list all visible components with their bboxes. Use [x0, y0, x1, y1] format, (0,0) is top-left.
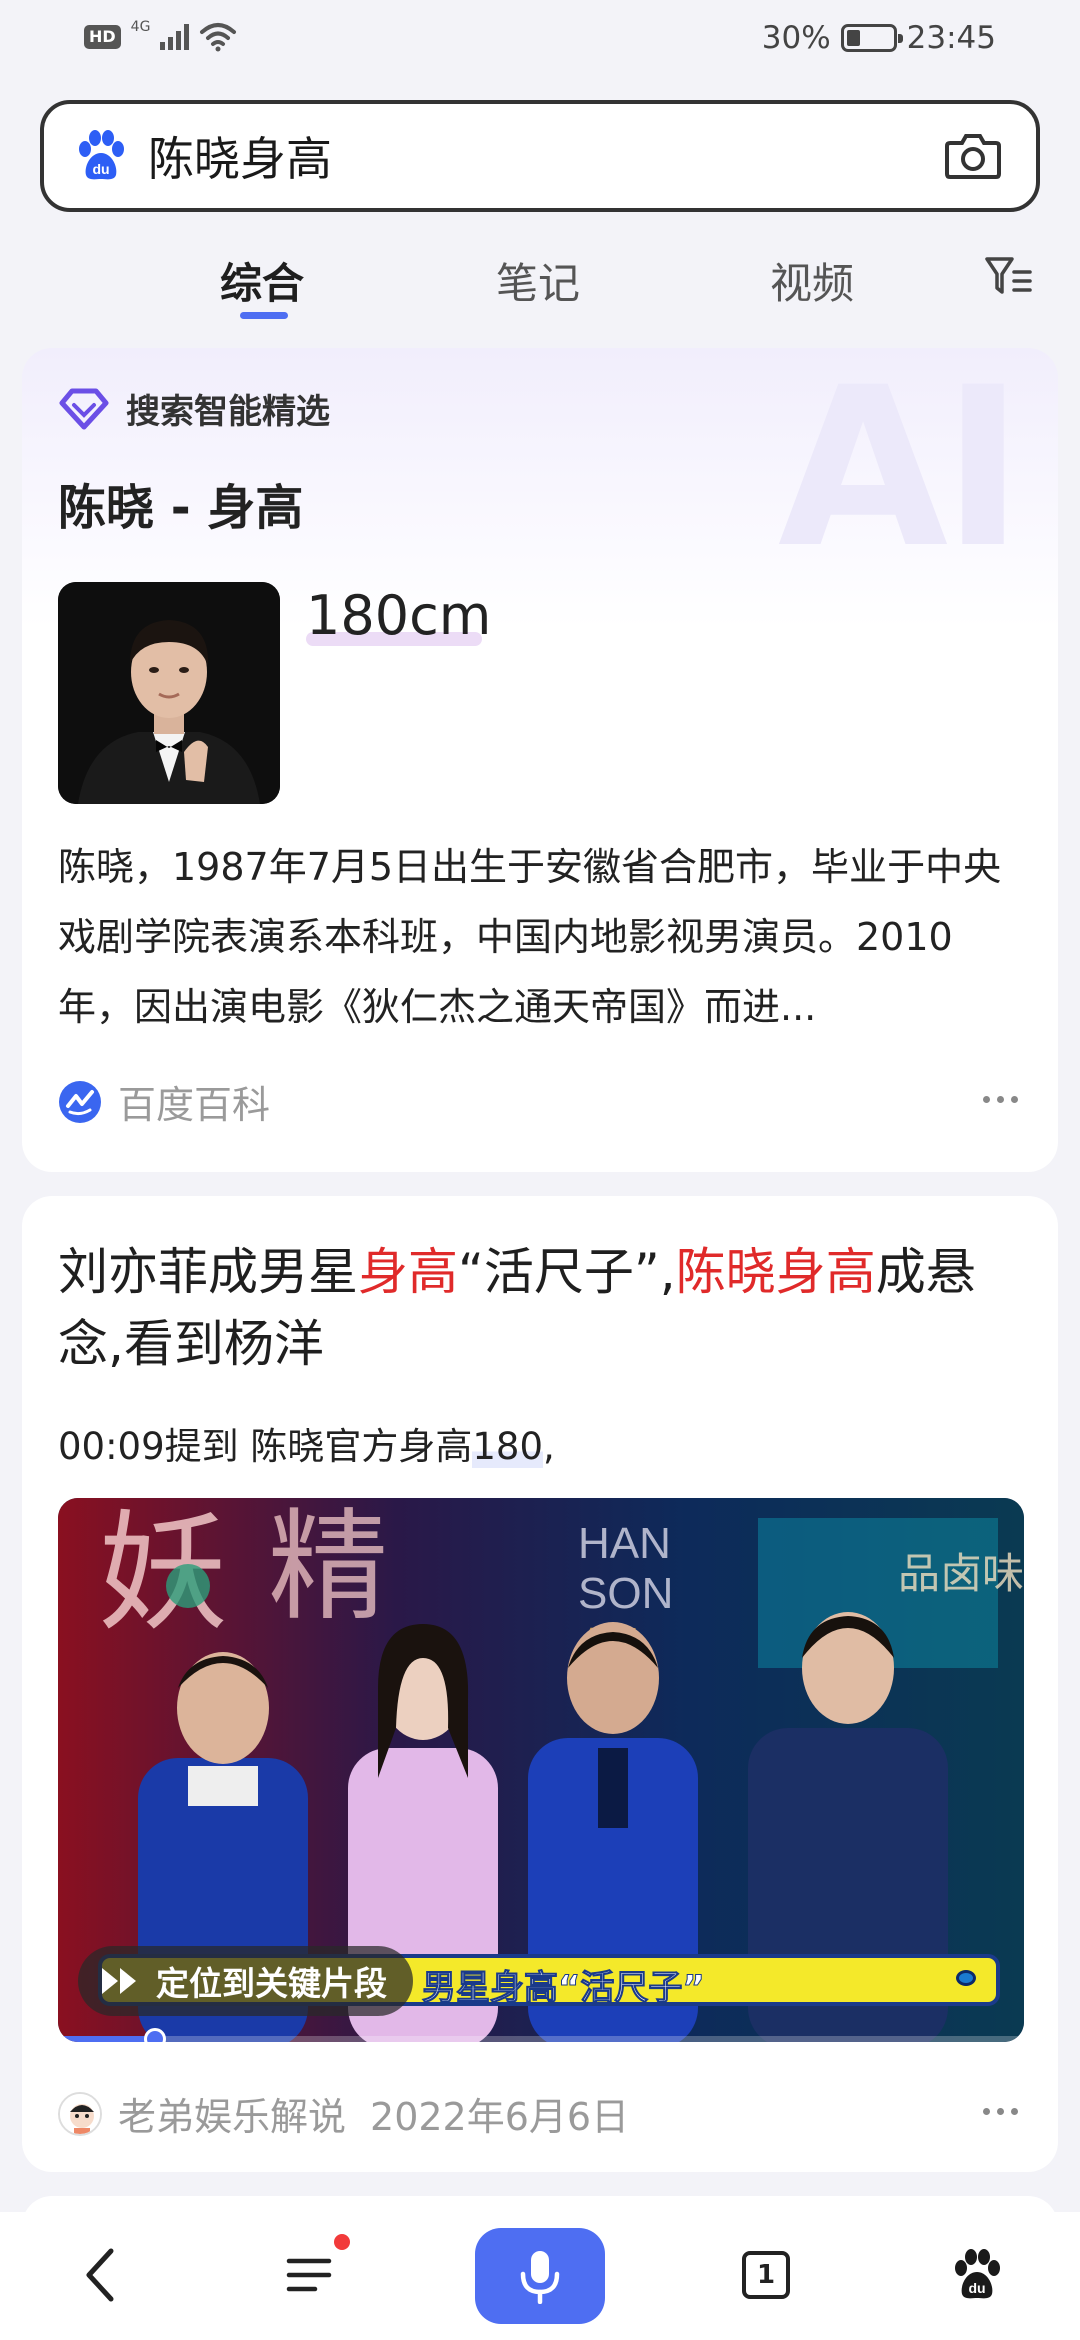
battery-fill: [846, 30, 860, 46]
active-tab-indicator: [240, 312, 288, 319]
video-progress-handle[interactable]: [143, 2028, 166, 2042]
battery-percent: 30%: [761, 20, 831, 56]
status-bar: HD 4G 30% 23:45: [0, 0, 1080, 84]
bottom-nav: 1 du: [0, 2212, 1080, 2340]
ai-watermark: AI: [777, 348, 1024, 596]
video-result-card[interactable]: 刘亦菲成男星身高“活尺子”,陈晓身高成悬念,看到杨洋 00:09提到 陈晓官方身…: [22, 1196, 1058, 2172]
tab-videos[interactable]: 视频: [770, 250, 854, 311]
svg-text:HAN: HAN: [578, 1519, 671, 1568]
title-highlight: 陈晓身高: [675, 1243, 876, 1301]
back-button[interactable]: [66, 2240, 136, 2310]
status-left: HD 4G: [84, 19, 237, 52]
status-right: 30% 23:45: [762, 20, 996, 56]
clip-suffix: ,: [543, 1425, 555, 1468]
svg-text:du: du: [92, 161, 109, 177]
hd-badge: HD: [84, 25, 121, 49]
clip-prefix: 00:09提到 陈晓官方身高: [58, 1425, 473, 1468]
more-options-icon[interactable]: [983, 2108, 1018, 2115]
locate-key-clip-label: 定位到关键片段: [156, 1964, 387, 2003]
publish-date: 2022年6月6日: [370, 2095, 630, 2139]
video-progress-track[interactable]: [58, 2036, 1024, 2042]
video-caption-text: 男星身高“活尺子”: [422, 1968, 706, 2009]
ai-answer-card[interactable]: AI 搜索智能精选 陈晓 - 身高 180cm 陈晓，1987年7月5日出生于安…: [22, 348, 1058, 1172]
wifi-icon: [200, 23, 237, 52]
diamond-icon: [59, 388, 109, 429]
baidu-paw-icon: du: [79, 130, 124, 180]
title-highlight: 身高: [358, 1243, 458, 1301]
search-box[interactable]: du 陈晓身高: [40, 100, 1040, 212]
clip-mention[interactable]: 00:09提到 陈晓官方身高180,: [58, 1416, 555, 1470]
author-name: 老弟娱乐解说: [118, 2095, 347, 2139]
source-row[interactable]: 百度百科: [58, 1074, 270, 1129]
signal-icon: [160, 24, 190, 50]
camera-icon[interactable]: [944, 131, 1002, 181]
svg-text:du: du: [968, 2280, 985, 2296]
svg-text:品卤味: 品卤味: [898, 1549, 1024, 1598]
clock: 23:45: [906, 20, 996, 56]
tab-all[interactable]: 综合: [220, 250, 304, 311]
menu-button[interactable]: [276, 2234, 350, 2310]
fast-forward-icon: [102, 1968, 136, 1994]
caption-dot-icon: [956, 1970, 976, 1986]
network-type: 4G: [130, 19, 151, 35]
ai-card-header: 搜索智能精选: [58, 384, 330, 433]
video-thumbnail[interactable]: 妖 精 HAN SON AN 品卤味: [58, 1498, 1024, 2042]
baidu-home-button[interactable]: du: [942, 2240, 1012, 2310]
svg-text:精: 精: [268, 1498, 388, 1637]
tab-notes[interactable]: 笔记: [496, 250, 580, 311]
microphone-icon: [520, 2251, 560, 2304]
ai-card-title[interactable]: 陈晓 - 身高: [58, 468, 303, 538]
portrait-illustration: [58, 582, 280, 804]
video-result-title[interactable]: 刘亦菲成男星身高“活尺子”,陈晓身高成悬念,看到杨洋: [58, 1236, 1028, 1380]
locate-key-clip-button[interactable]: 定位到关键片段: [78, 1946, 413, 2016]
tab-count: 1: [742, 2251, 790, 2299]
filter-icon[interactable]: [984, 254, 1034, 300]
tabs-button[interactable]: 1: [731, 2240, 801, 2310]
notification-dot: [334, 2234, 350, 2250]
voice-search-button[interactable]: [475, 2228, 605, 2324]
menu-icon: [286, 2258, 332, 2292]
baidu-paw-icon: du: [955, 2249, 1000, 2299]
title-segment: 刘亦菲成男星: [58, 1243, 358, 1301]
search-input[interactable]: 陈晓身高: [148, 123, 944, 189]
ai-description[interactable]: 陈晓，1987年7月5日出生于安徽省合肥市，毕业于中央戏剧学院表演系本科班，中国…: [58, 832, 1028, 1042]
portrait-image[interactable]: [58, 582, 280, 804]
svg-text:妖: 妖: [98, 1498, 228, 1649]
title-segment: “活尺子”,: [458, 1243, 676, 1301]
chevron-left-icon: [86, 2248, 114, 2302]
baike-logo-icon: [59, 1080, 101, 1123]
ai-card-label: 搜索智能精选: [126, 392, 330, 432]
source-name: 百度百科: [118, 1083, 271, 1127]
avatar-face-icon: [60, 2093, 100, 2134]
battery-icon: [840, 24, 903, 52]
video-progress-fill: [58, 2036, 155, 2042]
more-options-icon[interactable]: [983, 1096, 1018, 1103]
author-row[interactable]: 老弟娱乐解说 2022年6月6日: [58, 2086, 629, 2141]
svg-text:SON: SON: [578, 1569, 673, 1618]
author-avatar: [58, 2091, 102, 2136]
clip-number: 180: [472, 1425, 544, 1468]
height-value: 180cm: [306, 584, 492, 647]
result-tabs: 综合 笔记 视频: [0, 240, 1080, 330]
